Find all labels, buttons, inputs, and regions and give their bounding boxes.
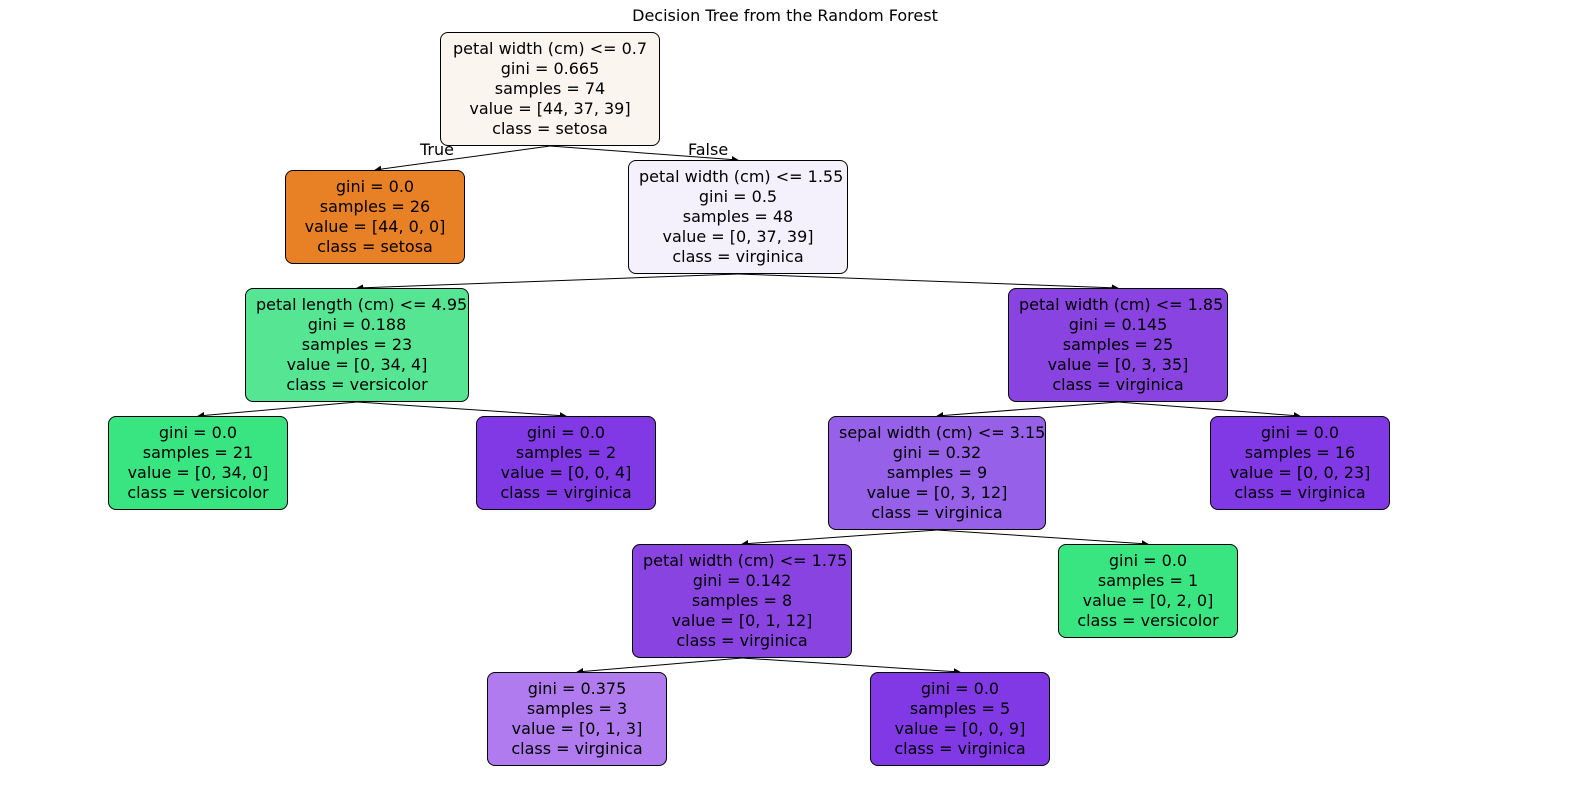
node-samples: samples = 2 (487, 443, 645, 463)
node-value: value = [0, 1, 3] (498, 719, 656, 739)
node-criterion: sepal width (cm) <= 3.15 (839, 423, 1035, 443)
node-samples: samples = 8 (643, 591, 841, 611)
node-samples: samples = 21 (119, 443, 277, 463)
node-class: class = virginica (1019, 375, 1217, 395)
node-class: class = virginica (639, 247, 837, 267)
tree-node: petal width (cm) <= 1.55 gini = 0.5 samp… (628, 160, 848, 274)
node-value: value = [44, 0, 0] (296, 217, 454, 237)
node-value: value = [0, 34, 4] (256, 355, 458, 375)
node-samples: samples = 5 (881, 699, 1039, 719)
node-class: class = versicolor (119, 483, 277, 503)
node-class: class = versicolor (1069, 611, 1227, 631)
node-gini: gini = 0.0 (119, 423, 277, 443)
node-class: class = setosa (451, 119, 649, 139)
node-value: value = [0, 3, 12] (839, 483, 1035, 503)
node-class: class = virginica (839, 503, 1035, 523)
node-value: value = [0, 34, 0] (119, 463, 277, 483)
node-criterion: petal width (cm) <= 0.7 (451, 39, 649, 59)
tree-node: petal width (cm) <= 1.85 gini = 0.145 sa… (1008, 288, 1228, 402)
node-samples: samples = 25 (1019, 335, 1217, 355)
node-gini: gini = 0.0 (1221, 423, 1379, 443)
node-value: value = [0, 1, 12] (643, 611, 841, 631)
tree-node-leaf-virginica: gini = 0.0 samples = 16 value = [0, 0, 2… (1210, 416, 1390, 510)
node-class: class = virginica (498, 739, 656, 759)
tree-node: petal width (cm) <= 1.75 gini = 0.142 sa… (632, 544, 852, 658)
edge-label-false: False (688, 140, 728, 159)
node-samples: samples = 3 (498, 699, 656, 719)
node-samples: samples = 23 (256, 335, 458, 355)
node-value: value = [0, 0, 9] (881, 719, 1039, 739)
canvas: Decision Tree from the Random Forest Tru… (0, 0, 1570, 812)
node-gini: gini = 0.665 (451, 59, 649, 79)
tree-node: sepal width (cm) <= 3.15 gini = 0.32 sam… (828, 416, 1046, 530)
node-class: class = versicolor (256, 375, 458, 395)
tree-node-leaf-setosa: gini = 0.0 samples = 26 value = [44, 0, … (285, 170, 465, 264)
node-value: value = [44, 37, 39] (451, 99, 649, 119)
node-value: value = [0, 2, 0] (1069, 591, 1227, 611)
chart-title: Decision Tree from the Random Forest (0, 6, 1570, 25)
node-samples: samples = 9 (839, 463, 1035, 483)
node-criterion: petal width (cm) <= 1.55 (639, 167, 837, 187)
tree-node-leaf-virginica: gini = 0.0 samples = 5 value = [0, 0, 9]… (870, 672, 1050, 766)
node-gini: gini = 0.0 (487, 423, 645, 443)
node-gini: gini = 0.145 (1019, 315, 1217, 335)
node-value: value = [0, 37, 39] (639, 227, 837, 247)
node-samples: samples = 1 (1069, 571, 1227, 591)
tree-node-leaf-virginica: gini = 0.375 samples = 3 value = [0, 1, … (487, 672, 667, 766)
node-criterion: petal width (cm) <= 1.75 (643, 551, 841, 571)
node-gini: gini = 0.0 (296, 177, 454, 197)
tree-node: petal length (cm) <= 4.95 gini = 0.188 s… (245, 288, 469, 402)
node-gini: gini = 0.5 (639, 187, 837, 207)
node-samples: samples = 48 (639, 207, 837, 227)
node-value: value = [0, 0, 4] (487, 463, 645, 483)
node-samples: samples = 16 (1221, 443, 1379, 463)
edges-svg (0, 0, 1570, 812)
node-samples: samples = 74 (451, 79, 649, 99)
node-gini: gini = 0.188 (256, 315, 458, 335)
node-gini: gini = 0.142 (643, 571, 841, 591)
node-criterion: petal width (cm) <= 1.85 (1019, 295, 1217, 315)
node-class: class = setosa (296, 237, 454, 257)
node-class: class = virginica (643, 631, 841, 651)
node-gini: gini = 0.0 (881, 679, 1039, 699)
node-class: class = virginica (487, 483, 645, 503)
node-class: class = virginica (881, 739, 1039, 759)
node-gini: gini = 0.0 (1069, 551, 1227, 571)
node-value: value = [0, 3, 35] (1019, 355, 1217, 375)
tree-node-leaf-versicolor: gini = 0.0 samples = 21 value = [0, 34, … (108, 416, 288, 510)
tree-node-leaf-versicolor: gini = 0.0 samples = 1 value = [0, 2, 0]… (1058, 544, 1238, 638)
node-value: value = [0, 0, 23] (1221, 463, 1379, 483)
tree-node-root: petal width (cm) <= 0.7 gini = 0.665 sam… (440, 32, 660, 146)
node-class: class = virginica (1221, 483, 1379, 503)
tree-node-leaf-virginica: gini = 0.0 samples = 2 value = [0, 0, 4]… (476, 416, 656, 510)
node-criterion: petal length (cm) <= 4.95 (256, 295, 458, 315)
node-gini: gini = 0.375 (498, 679, 656, 699)
node-samples: samples = 26 (296, 197, 454, 217)
node-gini: gini = 0.32 (839, 443, 1035, 463)
